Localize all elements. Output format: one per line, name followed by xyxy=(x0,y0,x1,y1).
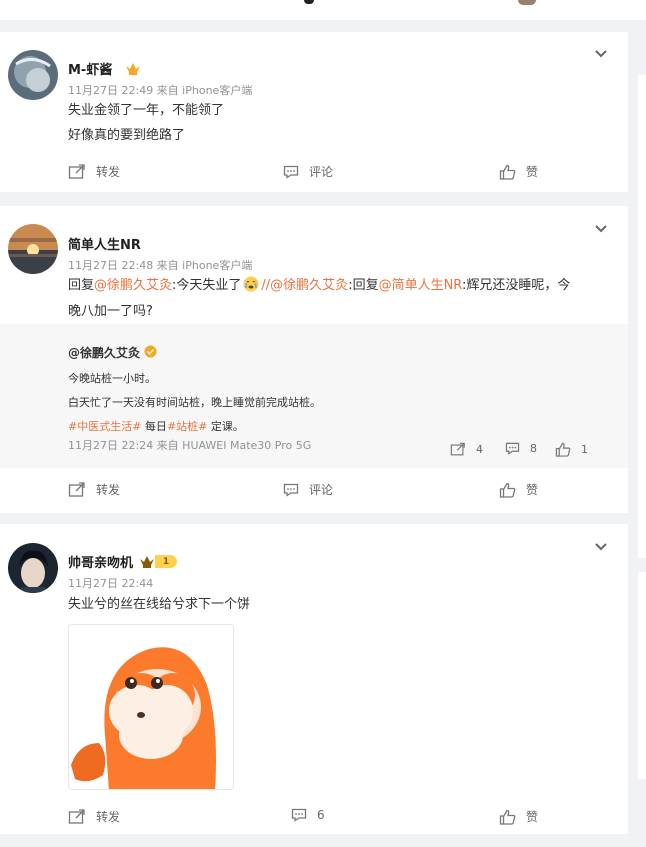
comment-icon xyxy=(283,165,299,179)
comment-icon xyxy=(505,442,520,455)
chevron-down-icon[interactable] xyxy=(594,221,608,235)
like-label[interactable]: 赞 xyxy=(526,163,538,180)
username-text[interactable]: M-虾酱 xyxy=(68,63,112,78)
quoted-text: #中医式生活# 每日#站桩# 定课。 xyxy=(68,418,244,434)
thumbs-up-icon xyxy=(499,809,516,825)
top-avatar[interactable] xyxy=(518,0,536,5)
reply-line: 回复@徐鹏久艾灸:今天失业了 //@徐鹏久艾灸:回复@简单人生NR:辉兄还没睡呢… xyxy=(68,275,570,299)
top-bar xyxy=(0,0,646,20)
like-label[interactable]: 赞 xyxy=(526,481,538,498)
crown-icon xyxy=(125,62,141,80)
like-button[interactable]: 赞 xyxy=(499,481,538,498)
comment-button[interactable]: 评论 xyxy=(283,163,333,180)
action-bar: 转发 评论 赞 xyxy=(0,163,628,185)
repost-label[interactable]: 转发 xyxy=(96,163,120,180)
orange-character-image xyxy=(69,625,233,789)
reply-text: 回复 xyxy=(68,278,95,293)
mention-link[interactable]: //@徐鹏久艾灸 xyxy=(261,278,348,293)
like-button[interactable]: 赞 xyxy=(499,808,538,825)
repost-icon xyxy=(450,442,465,456)
repost-icon xyxy=(68,808,85,824)
like-label[interactable]: 赞 xyxy=(526,808,538,825)
right-panel xyxy=(638,75,646,558)
comment-count[interactable]: 6 xyxy=(317,808,325,822)
post-meta: 11月27日 22:49 来自 iPhone客户端 xyxy=(68,84,253,97)
quoted-text-part: 每日 xyxy=(141,420,167,433)
reply-line: 晚八加一了吗? xyxy=(68,304,153,319)
comment-icon xyxy=(283,483,299,497)
reply-text: :辉兄还没睡呢，今 xyxy=(461,278,571,293)
avatar[interactable] xyxy=(8,50,58,100)
quoted-repost-count[interactable]: 4 xyxy=(476,443,483,456)
hashtag-link[interactable]: #站桩# xyxy=(167,420,207,433)
comment-line: 失业金领了一年，不能领了 xyxy=(68,103,225,118)
action-bar: 转发 评论 赞 xyxy=(0,481,628,503)
thumbs-up-icon xyxy=(555,442,571,457)
hashtag-link[interactable]: #中医式生活# xyxy=(68,420,141,433)
comment-image[interactable] xyxy=(68,624,234,790)
comment-label[interactable]: 评论 xyxy=(309,481,333,498)
level-badge: 1 xyxy=(139,555,178,569)
right-panel xyxy=(638,572,646,779)
level-number: 1 xyxy=(155,555,178,568)
top-icon xyxy=(304,0,314,4)
quoted-post[interactable]: @徐鹏久艾灸 今晚站桩一小时。 白天忙了一天没有时间站桩，晚上睡觉前完成站桩。 … xyxy=(0,324,628,468)
reply-text: :回复 xyxy=(348,278,379,293)
repost-button[interactable]: 转发 xyxy=(68,163,120,180)
comment-card: M-虾酱 11月27日 22:49 来自 iPhone客户端 失业金领了一年，不… xyxy=(0,32,628,192)
avatar[interactable] xyxy=(8,224,58,274)
crying-emoji-icon xyxy=(243,276,259,299)
username-text[interactable]: 帅哥亲吻机 xyxy=(68,552,133,571)
repost-icon xyxy=(68,163,85,179)
mention-link[interactable]: @徐鹏久艾灸 xyxy=(94,278,172,293)
username[interactable]: 帅哥亲吻机 1 xyxy=(68,552,178,571)
like-button[interactable]: 赞 xyxy=(499,163,538,180)
chevron-down-icon[interactable] xyxy=(594,539,608,553)
comment-label[interactable]: 评论 xyxy=(309,163,333,180)
repost-button[interactable]: 转发 xyxy=(68,481,120,498)
comment-icon xyxy=(291,808,307,822)
quoted-text-part: 定课。 xyxy=(207,420,244,433)
quoted-text: 白天忙了一天没有时间站桩，晚上睡觉前完成站桩。 xyxy=(68,396,321,409)
thumbs-up-icon xyxy=(499,482,516,498)
repost-label[interactable]: 转发 xyxy=(96,481,120,498)
quoted-comment-count[interactable]: 8 xyxy=(530,442,537,455)
thumbs-up-icon xyxy=(499,164,516,180)
verified-badge-icon xyxy=(144,345,157,361)
quoted-like-count[interactable]: 1 xyxy=(581,443,588,456)
quoted-like-button[interactable]: 1 xyxy=(555,442,588,457)
quoted-repost-button[interactable]: 4 xyxy=(450,442,483,457)
username[interactable]: 简单人生NR xyxy=(68,234,141,253)
repost-icon xyxy=(68,481,85,497)
repost-button[interactable]: 转发 xyxy=(68,808,120,825)
reply-text: :今天失业了 xyxy=(172,278,242,293)
action-bar: 转发 6 赞 xyxy=(0,808,628,830)
username[interactable]: M-虾酱 xyxy=(68,59,141,80)
quoted-text: 今晚站桩一小时。 xyxy=(68,372,156,385)
crown-icon xyxy=(140,555,155,568)
post-meta: 11月27日 22:48 来自 iPhone客户端 xyxy=(68,259,253,272)
quoted-username-text[interactable]: @徐鹏久艾灸 xyxy=(68,344,140,361)
repost-label[interactable]: 转发 xyxy=(96,808,120,825)
comment-line: 好像真的要到绝路了 xyxy=(68,128,186,143)
comment-card: 帅哥亲吻机 1 11月27日 22:44 失业兮的丝在线给兮求下一个饼 转发 6… xyxy=(0,524,628,834)
quoted-username[interactable]: @徐鹏久艾灸 xyxy=(68,344,157,361)
avatar[interactable] xyxy=(8,543,58,593)
chevron-down-icon[interactable] xyxy=(594,46,608,60)
quoted-comment-button[interactable]: 8 xyxy=(505,442,537,455)
comment-line: 失业兮的丝在线给兮求下一个饼 xyxy=(68,597,251,612)
comment-card: 简单人生NR 11月27日 22:48 来自 iPhone客户端 回复@徐鹏久艾… xyxy=(0,206,628,513)
quoted-meta: 11月27日 22:24 来自 HUAWEI Mate30 Pro 5G xyxy=(68,439,312,452)
comment-button[interactable]: 评论 xyxy=(283,481,333,498)
mention-link[interactable]: @简单人生NR xyxy=(379,278,462,293)
comment-button[interactable]: 6 xyxy=(291,808,325,822)
post-meta: 11月27日 22:44 xyxy=(68,577,154,590)
